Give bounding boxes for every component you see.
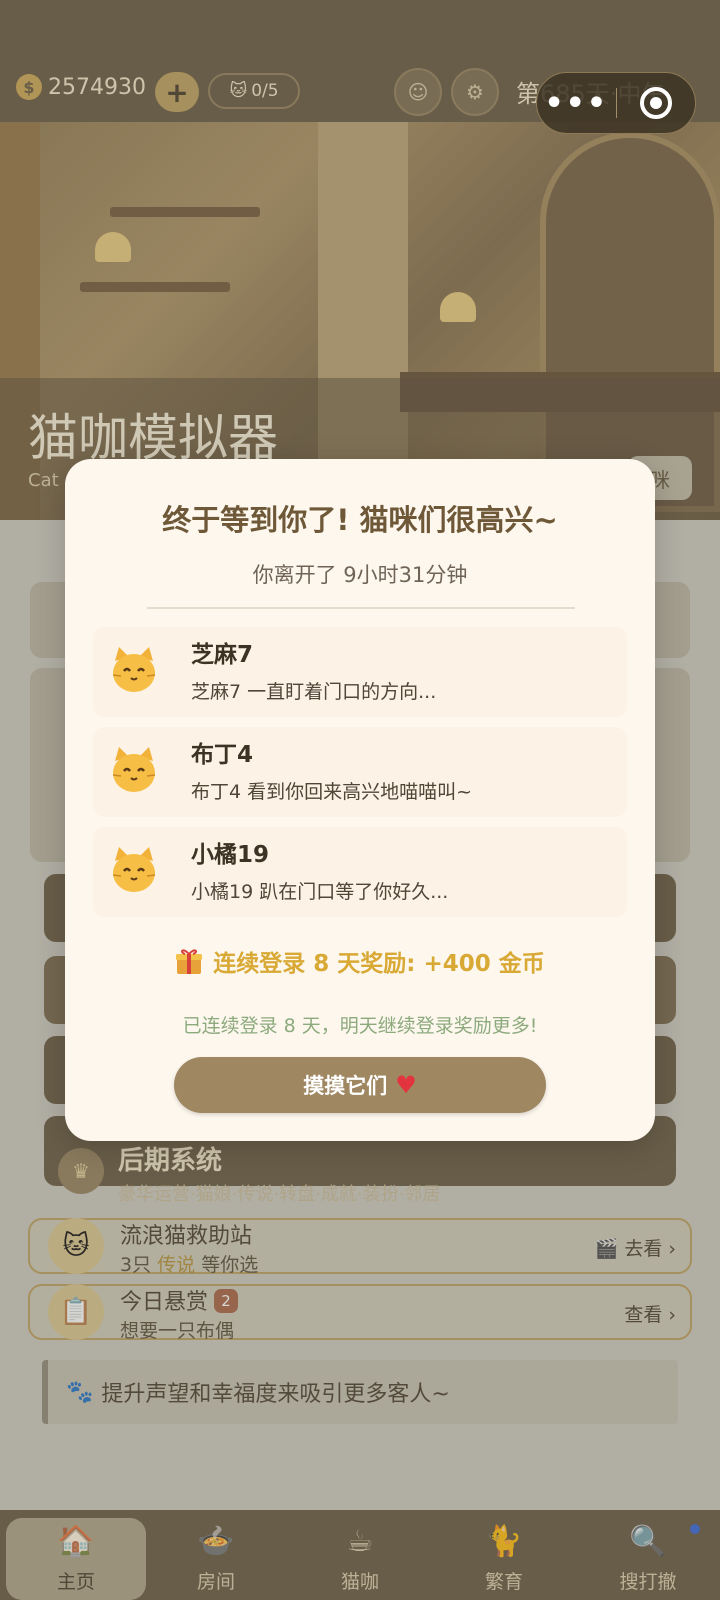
cat-face-icon: [112, 747, 156, 792]
reward-text: 连续登录 8 天奖励: +400 金币: [213, 951, 545, 977]
cat-face-icon: [112, 647, 156, 692]
cat-name: 芝麻7: [191, 642, 254, 668]
gift-icon: [176, 949, 203, 974]
streak-text: 已连续登录 8 天，明天继续登录奖励更多!: [182, 1015, 538, 1037]
cat-name: 小橘19: [191, 842, 270, 868]
target-circle-icon: [639, 87, 672, 119]
cat-message-item: 芝麻7 芝麻7 一直盯着门口的方向...: [93, 627, 627, 717]
divider: [147, 607, 575, 609]
cat-name: 布丁4: [191, 742, 254, 768]
button-label: 摸摸它们: [303, 1074, 388, 1098]
miniprogram-capsule: •••: [536, 72, 696, 134]
cat-message-item: 布丁4 布丁4 看到你回来高兴地喵喵叫~: [93, 727, 627, 817]
pet-them-button[interactable]: 摸摸它们 ♥: [174, 1057, 546, 1113]
cat-face-icon: [112, 847, 156, 892]
cat-message: 芝麻7 一直盯着门口的方向...: [191, 681, 437, 703]
dialog-title: 终于等到你了! 猫咪们很高兴~: [162, 503, 558, 537]
cat-message: 布丁4 看到你回来高兴地喵喵叫~: [191, 781, 473, 803]
welcome-back-dialog: 终于等到你了! 猫咪们很高兴~ 你离开了 9小时31分钟 芝麻7 芝麻7 一直盯…: [65, 459, 655, 1141]
heart-icon: ♥: [395, 1071, 417, 1099]
cat-message: 小橘19 趴在门口等了你好久...: [191, 881, 449, 903]
login-reward: 连续登录 8 天奖励: +400 金币: [65, 944, 655, 978]
more-button[interactable]: •••: [537, 86, 616, 121]
close-miniprogram-button[interactable]: [617, 87, 696, 119]
cat-message-item: 小橘19 小橘19 趴在门口等了你好久...: [93, 827, 627, 917]
away-duration: 你离开了 9小时31分钟: [252, 563, 468, 587]
